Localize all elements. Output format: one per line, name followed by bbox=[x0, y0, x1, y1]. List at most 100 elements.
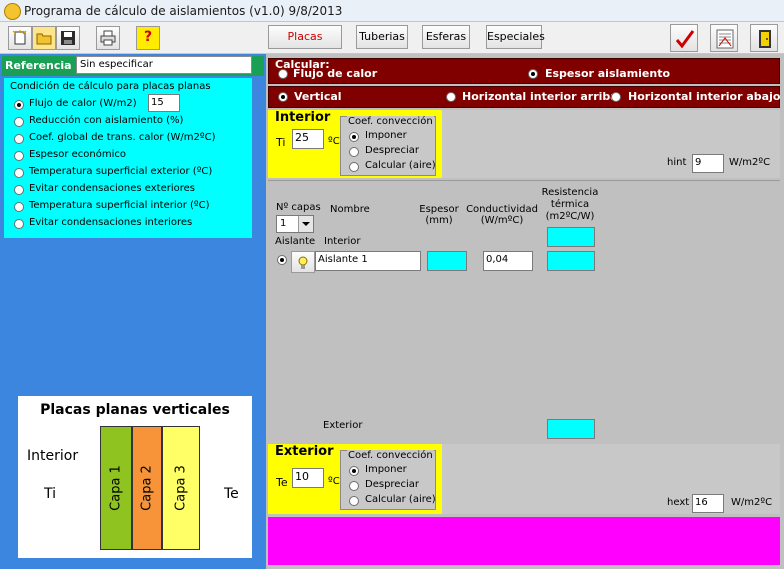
exterior-conv-label-calcular: Calcular (aire) bbox=[365, 494, 436, 505]
layer-1-resistencia-field[interactable] bbox=[547, 251, 595, 271]
layer-1-select-radio[interactable] bbox=[277, 255, 287, 265]
diagram-layer-3-label: Capa 3 bbox=[173, 465, 189, 511]
condition-radio-reduccion[interactable] bbox=[14, 117, 24, 127]
orientation-radio-horizontal-abajo[interactable] bbox=[611, 92, 621, 102]
exit-door-icon[interactable] bbox=[750, 24, 778, 52]
layers-col-conductividad: Conductividad (W/mºC) bbox=[466, 204, 538, 226]
resistance-interior-field[interactable] bbox=[547, 227, 595, 247]
layers-aislante-label: Aislante bbox=[275, 236, 316, 247]
condition-label-temp-sup-interior: Temperatura superficial interior (ºC) bbox=[29, 200, 210, 211]
exterior-conv-group: Coef. convección Imponer Despreciar Calc… bbox=[340, 450, 436, 510]
layer-1-material-button[interactable] bbox=[291, 251, 315, 273]
orientation-radio-horizontal-arriba[interactable] bbox=[446, 92, 456, 102]
exterior-conv-radio-imponer[interactable] bbox=[349, 466, 359, 476]
open-folder-icon[interactable] bbox=[32, 26, 56, 50]
calculation-condition-group: Condición de cálculo para placas planas … bbox=[4, 78, 252, 238]
interior-conv-label-despreciar: Despreciar bbox=[365, 145, 419, 156]
orientation-label-horizontal-arriba: Horizontal interior arriba bbox=[462, 90, 618, 103]
interior-conv-label-calcular: Calcular (aire) bbox=[365, 160, 436, 171]
results-panel bbox=[268, 517, 780, 565]
interior-conv-radio-imponer[interactable] bbox=[349, 132, 359, 142]
layer-1-espesor-field[interactable] bbox=[427, 251, 467, 271]
diagram-title: Placas planas verticales bbox=[40, 402, 230, 418]
save-icon[interactable] bbox=[56, 26, 80, 50]
tab-placas-planas[interactable]: Placas planas bbox=[268, 25, 342, 65]
window-title: Programa de cálculo de aislamientos (v1.… bbox=[24, 4, 343, 18]
interior-ti-input[interactable]: 25 bbox=[292, 129, 324, 149]
diagram-layer-3: Capa 3 bbox=[162, 426, 200, 550]
app-icon bbox=[4, 3, 21, 20]
interior-h-input[interactable]: 9 bbox=[692, 154, 724, 173]
exterior-te-input[interactable]: 10 bbox=[292, 468, 324, 488]
condition-radio-flujo[interactable] bbox=[14, 100, 24, 110]
condition-label-evitar-cond-interiores: Evitar condensaciones interiores bbox=[29, 217, 193, 228]
report-icon[interactable] bbox=[710, 24, 738, 52]
condition-label-temp-sup-exterior: Temperatura superficial exterior (ºC) bbox=[29, 166, 213, 177]
condition-radio-temp-sup-exterior[interactable] bbox=[14, 168, 24, 178]
calcular-label-flujo: Flujo de calor bbox=[293, 67, 378, 80]
orientation-bar: Vertical Horizontal interior arriba Hori… bbox=[268, 86, 780, 108]
tab-esferas[interactable]: Esferas bbox=[422, 25, 470, 49]
exterior-section: Exterior Te 10 ºC Coef. convección Impon… bbox=[268, 444, 442, 514]
condition-label-reduccion: Reducción con aislamiento (%) bbox=[29, 115, 184, 126]
interior-h-area: hint 9 W/m2ºC bbox=[442, 110, 780, 178]
reference-label: Referencia bbox=[5, 59, 72, 72]
help-icon-label: ? bbox=[143, 29, 153, 45]
layers-col-espesor: Espesor (mm) bbox=[419, 204, 459, 226]
exterior-h-input[interactable]: 16 bbox=[692, 494, 724, 513]
new-file-icon[interactable] bbox=[8, 26, 32, 50]
exterior-te-label: Te bbox=[276, 476, 288, 489]
interior-conv-radio-calcular[interactable] bbox=[349, 162, 359, 172]
condition-radio-evitar-cond-interiores[interactable] bbox=[14, 219, 24, 229]
exterior-conv-label-imponer: Imponer bbox=[365, 464, 407, 475]
layers-count-value: 1 bbox=[280, 218, 287, 229]
orientation-label-vertical: Vertical bbox=[294, 90, 342, 103]
exterior-h-unit: W/m2ºC bbox=[731, 497, 773, 508]
reference-input[interactable]: Sin especificar bbox=[76, 56, 252, 74]
calcular-radio-flujo[interactable] bbox=[278, 69, 288, 79]
layer-1-name-input[interactable]: Aislante 1 bbox=[315, 251, 421, 271]
condition-title: Condición de cálculo para placas planas bbox=[10, 81, 211, 92]
layers-exterior-label: Exterior bbox=[323, 420, 363, 431]
layers-section: Nº capas 1 Nombre Espesor (mm) Conductiv… bbox=[268, 180, 780, 442]
condition-label-espesor-economico: Espesor económico bbox=[29, 149, 127, 160]
diagram-layer-1: Capa 1 bbox=[100, 426, 132, 550]
layers-col-nombre: Nombre bbox=[330, 204, 370, 215]
interior-conv-group: Coef. convección Imponer Despreciar Calc… bbox=[340, 116, 436, 176]
diagram-layer-2: Capa 2 bbox=[132, 426, 162, 550]
condition-radio-espesor-economico[interactable] bbox=[14, 151, 24, 161]
exterior-conv-title: Coef. convección bbox=[347, 450, 434, 461]
interior-title: Interior bbox=[275, 110, 331, 125]
condition-label-coef-global: Coef. global de trans. calor (W/m2ºC) bbox=[29, 132, 216, 143]
interior-h-label: hint bbox=[667, 157, 687, 168]
calcular-radio-espesor[interactable] bbox=[528, 69, 538, 79]
condition-radio-temp-sup-interior[interactable] bbox=[14, 202, 24, 212]
tab-especiales[interactable]: Especiales bbox=[486, 25, 545, 49]
lightbulb-icon bbox=[298, 256, 308, 269]
calcular-bar: Calcular: Flujo de calor Espesor aislami… bbox=[268, 58, 780, 84]
condition-value-input[interactable]: 15 bbox=[148, 94, 180, 112]
help-icon[interactable]: ? bbox=[136, 26, 160, 50]
interior-ti-unit: ºC bbox=[328, 136, 340, 147]
calculate-check-icon[interactable] bbox=[670, 24, 698, 52]
reference-bar: Referencia Sin especificar bbox=[2, 56, 264, 76]
title-bar: Programa de cálculo de aislamientos (v1.… bbox=[0, 0, 784, 22]
diagram-layer-1-label: Capa 1 bbox=[108, 465, 124, 511]
layer-diagram: Placas planas verticales Interior Ti Te … bbox=[18, 396, 252, 558]
orientation-label-horizontal-abajo: Horizontal interior abajo bbox=[628, 90, 781, 103]
condition-radio-coef-global[interactable] bbox=[14, 134, 24, 144]
exterior-conv-radio-despreciar[interactable] bbox=[349, 481, 359, 491]
resistance-exterior-field[interactable] bbox=[547, 419, 595, 439]
layer-1-conductividad-input[interactable]: 0,04 bbox=[483, 251, 533, 271]
layers-count-select[interactable]: 1 bbox=[276, 215, 314, 233]
tab-tuberias[interactable]: Tuberias bbox=[356, 25, 408, 49]
interior-conv-radio-despreciar[interactable] bbox=[349, 147, 359, 157]
condition-radio-evitar-cond-exteriores[interactable] bbox=[14, 185, 24, 195]
toolbar: ? Placas planas Tuberias Esferas Especia… bbox=[0, 22, 784, 65]
print-icon[interactable] bbox=[96, 26, 120, 50]
exterior-conv-label-despreciar: Despreciar bbox=[365, 479, 419, 490]
orientation-radio-vertical[interactable] bbox=[278, 92, 288, 102]
diagram-interior-label: Interior bbox=[27, 448, 79, 464]
exterior-conv-radio-calcular[interactable] bbox=[349, 496, 359, 506]
interior-conv-label-imponer: Imponer bbox=[365, 130, 407, 141]
